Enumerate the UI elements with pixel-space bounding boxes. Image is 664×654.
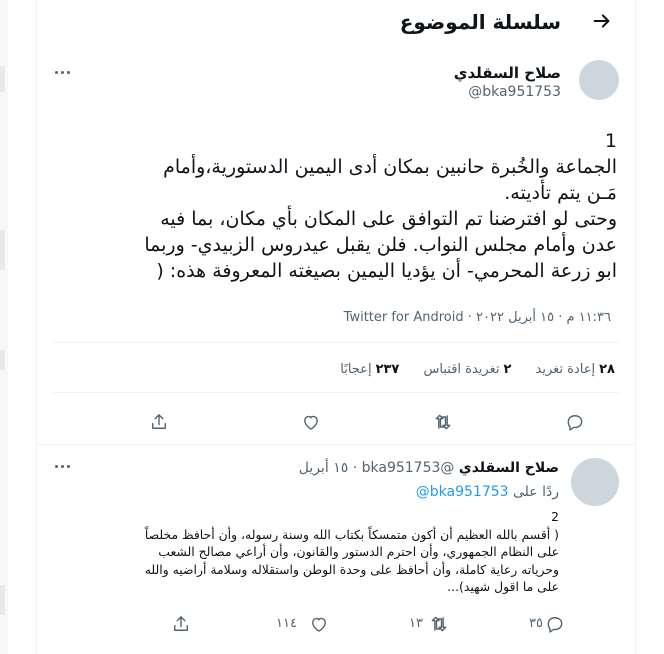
reply-header: صلاح السقلدي @bka951753 · ١٥ أبريل [298,460,559,476]
share-icon[interactable] [171,614,191,634]
retweets-label: إعادة تغريد [535,362,596,377]
edge-fragment [0,585,5,615]
quotes-count: ٢ [503,362,512,377]
tweet-line: 1 [604,130,617,152]
tweet-text: 1 الجماعة والخُبرة حانبين بمكان أدى اليم… [47,128,617,284]
quotes-stat[interactable]: ٢تغريدة اقتباس [424,362,512,377]
reply-icon[interactable] [545,614,565,634]
more-icon[interactable] [53,68,73,78]
divider [53,342,619,343]
tweet-source-app[interactable]: Twitter for Android [344,310,464,325]
reply-line: على ما اقول شهيد)... [447,579,559,594]
retweet-icon[interactable] [433,412,453,432]
arrow-right-icon[interactable] [591,10,613,32]
tweet-line: عدن وأمام مجلس النواب. فلن يقبل عيدروس ا… [144,234,617,256]
reply-actions: ٣٥ ١٣ ١١٤ [37,614,635,638]
avatar[interactable] [579,60,619,100]
retweet-icon[interactable] [429,614,449,634]
reply-text: 2 ( أقسم بالله العظيم أن أكون متمسكاً بك… [49,508,559,596]
replying-label: ردًا على [513,484,559,500]
heart-icon[interactable] [301,412,321,432]
divider [53,392,619,393]
edge-fragment [0,66,5,92]
timeline-column: سلسلة الموضوع صلاح السقلدي @bka951753 1 … [36,0,636,654]
edge-fragment [0,350,5,370]
tweet-line: وحتى لو افترضنا تم التوافق على المكان بأ… [160,208,617,230]
likes-count: ٢٣٧ [375,362,400,377]
replying-to: ردًا على @bka951753 [416,484,559,500]
reply-line: وحرياته رعاية كاملة، وأن أحافظ على وحدة … [144,561,559,577]
reply-likes-count: ١١٤ [276,616,297,631]
author-handle[interactable]: @bka951753 [468,84,561,100]
edge-fragment [0,230,5,270]
page-header: سلسلة الموضوع [37,0,635,46]
quotes-label: تغريدة اقتباس [423,362,500,377]
author-name[interactable]: صلاح السقلدي [459,460,559,476]
tweet-line: ابو زرعة المحرمي- أن يؤديا اليمين بصيغته… [156,260,617,282]
reply-replies-count: ٣٥ [529,616,543,631]
author-name[interactable]: صلاح السقلدي [454,64,561,82]
reply-retweets-count: ١٣ [409,616,423,631]
reply-date[interactable]: ١٥ أبريل [299,460,349,476]
replying-to-handle[interactable]: @bka951753 [416,484,509,500]
tweet-actions [37,406,635,436]
retweets-count: ٢٨ [599,362,615,377]
heart-icon[interactable] [309,614,329,634]
tweet-date[interactable]: ١٥ أبريل ٢٠٢٢ [476,310,554,325]
author-handle[interactable]: @bka951753 [362,460,455,476]
main-tweet: صلاح السقلدي @bka951753 1 الجماعة والخُب… [37,46,635,445]
tweet-line: الجماعة والخُبرة حانبين بمكان أدى اليمين… [163,156,617,178]
retweets-stat[interactable]: ٢٨إعادة تغريد [536,362,615,377]
tweet-stats: ٢٨إعادة تغريد ٢تغريدة اقتباس ٢٣٧إعجابًا [320,362,615,377]
more-icon[interactable] [53,462,73,472]
share-icon[interactable] [149,412,169,432]
reply-icon[interactable] [565,412,585,432]
likes-stat[interactable]: ٢٣٧إعجابًا [340,362,399,377]
tweet-line: مَـن يتم تأديته. [504,182,617,204]
likes-label: إعجابًا [340,362,372,377]
reply-line: ( أقسم بالله العظيم أن أكون متمسكاً بكتا… [144,526,559,542]
reply-line: على النظام الجمهوري، وأن احترم الدستور و… [158,544,559,559]
tweet-time[interactable]: ١١:٣٦ م [567,310,612,325]
avatar[interactable] [571,458,619,506]
page-title: سلسلة الموضوع [399,10,561,34]
tweet-meta: ١١:٣٦ م · ١٥ أبريل ٢٠٢٢ · Twitter for An… [343,310,612,325]
reply-tweet[interactable]: صلاح السقلدي @bka951753 · ١٥ أبريل ردًا … [37,448,635,654]
reply-line: 2 [551,509,559,524]
left-panel-edge [0,0,8,654]
